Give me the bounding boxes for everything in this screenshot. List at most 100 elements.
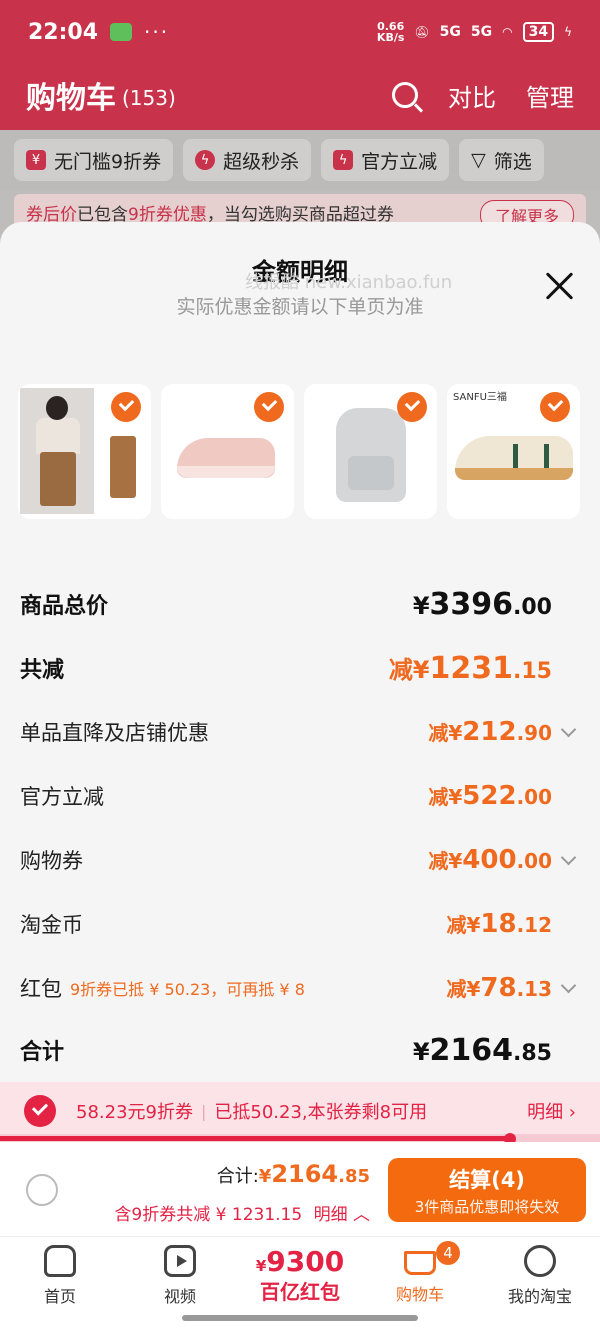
checkout-button-label: 结算(4) [449, 1168, 525, 1192]
chip-label: 无门槛9折券 [54, 150, 162, 173]
row-label: 商品总价 [20, 594, 109, 619]
page-title: 购物车 [26, 81, 116, 116]
row-value: ¥3396.00 [413, 587, 552, 622]
chip-official-discount[interactable]: ϟ 官方立减 [321, 139, 450, 181]
row-label: 合计 [20, 1040, 65, 1065]
model-head [46, 396, 68, 420]
value-int: 212 [462, 717, 517, 747]
coupon-progress-fill [0, 1136, 510, 1141]
compare-button[interactable]: 对比 [448, 78, 496, 113]
chevron-down-icon[interactable] [558, 850, 580, 870]
lightning-icon: ϟ [333, 150, 354, 170]
value-prefix: ¥ [412, 591, 430, 620]
battery-indicator: 34 [522, 22, 555, 42]
checked-icon[interactable] [254, 392, 284, 422]
chip-label: 筛选 [493, 150, 532, 173]
smiley-icon [524, 1245, 556, 1277]
coupon-text: 58.23元9折券 [76, 1102, 193, 1123]
coupon-detail-link[interactable]: 明细 › [527, 1098, 576, 1124]
value-dec: .00 [516, 849, 552, 873]
coupon-strip[interactable]: 58.23元9折券 | 已抵50.23,本张券剩8可用 明细 › [0, 1082, 600, 1140]
value-prefix: 减¥ [428, 721, 463, 745]
value-prefix: 减¥ [428, 849, 463, 873]
product-thumb-pink-sneaker[interactable] [161, 384, 294, 519]
value-int: 400 [462, 845, 517, 875]
value-int: 2164 [429, 1032, 514, 1068]
value-int: 3396 [429, 586, 514, 622]
row-value: 减¥ 78.13 [446, 973, 552, 1003]
chip-label: 官方立减 [361, 150, 438, 173]
coupon-check-icon [24, 1095, 56, 1127]
manage-button[interactable]: 管理 [526, 78, 574, 113]
value-dec: .00 [513, 594, 552, 620]
checkout-detail-toggle[interactable]: 明细 ︿ [314, 1205, 370, 1225]
cart-header: 购物车 (153) 对比 管理 [0, 64, 600, 126]
chip-flash-sale[interactable]: ϟ 超级秒杀 [183, 139, 312, 181]
chevron-down-icon[interactable] [558, 978, 580, 998]
mute-icon: 🔕︎ [414, 25, 430, 39]
signal-5g-1: 5G [439, 24, 461, 40]
value-prefix: 减¥ [446, 913, 481, 937]
chip-filter[interactable]: ▽ 筛选 [459, 139, 544, 181]
row-label: 共减 [20, 658, 65, 683]
product-thumbnails: SANFU三福 [18, 384, 580, 519]
select-all-radio[interactable] [26, 1174, 58, 1206]
price-row[interactable]: 单品直降及店铺优惠 减¥ 212.90 [20, 712, 580, 752]
value-prefix: 减¥ [446, 977, 481, 1001]
tab-me[interactable]: 我的淘宝 [480, 1237, 600, 1333]
row-value: 减¥ 212.90 [428, 717, 552, 747]
checked-icon[interactable] [540, 392, 570, 422]
status-bar: 22:04 ··· 0.66 KB/s 🔕︎ 5G 5G ◠ 34 ϟ [0, 0, 600, 64]
price-row[interactable]: 红包 9折券已抵 ¥ 50.23，可再抵 ¥ 8 减¥ 78.13 [20, 968, 580, 1008]
chevron-down-icon[interactable] [558, 722, 580, 742]
value-dec: .90 [516, 721, 552, 745]
value-prefix: 减¥ [388, 656, 430, 684]
total-int: 2164 [271, 1160, 339, 1188]
checked-icon[interactable] [111, 392, 141, 422]
wifi-icon: ◠ [502, 25, 513, 39]
tab-home[interactable]: 首页 [0, 1237, 120, 1333]
net-speed-unit: KB/s [376, 31, 405, 44]
sheet-subtitle: 实际优惠金额请以下单页为准 [176, 296, 424, 318]
row-label: 淘金币 [20, 913, 83, 937]
value-dec: .12 [516, 913, 552, 937]
product-thumb-white-sneaker[interactable]: SANFU三福 [447, 384, 580, 519]
price-row[interactable]: 购物券 减¥ 400.00 [20, 840, 580, 880]
sneaker-sole [455, 468, 573, 480]
pants-on-model [40, 452, 76, 506]
checkout-button-sub: 3件商品优惠即将失效 [414, 1198, 560, 1216]
value-prefix: 减¥ [428, 785, 463, 809]
white-sneaker-image [455, 436, 573, 480]
chip-coupon[interactable]: ¥ 无门槛9折券 [14, 139, 174, 181]
cart-count: (153) [122, 86, 176, 110]
value-int: 18 [480, 909, 517, 939]
home-icon [44, 1245, 76, 1277]
watermark: 线报酷 new.xianbao.fun [245, 272, 453, 293]
product-thumb-backpack[interactable] [304, 384, 437, 519]
value-dec: .13 [516, 977, 552, 1001]
value-int: 78 [480, 973, 517, 1003]
chip-label: 超级秒杀 [223, 150, 300, 173]
row-label: 官方立减 [20, 785, 104, 809]
price-row: 共减 减¥ 1231.15 [20, 648, 580, 688]
checked-icon[interactable] [397, 392, 427, 422]
product-thumb-apparel[interactable] [18, 384, 151, 519]
value-dec: .15 [513, 659, 552, 684]
close-icon[interactable] [544, 270, 576, 302]
price-row: 官方立减 减¥ 522.00 [20, 776, 580, 816]
more-dots-icon: ··· [144, 20, 170, 44]
sweater-shape [36, 418, 80, 454]
price-row: 合计 ¥2164.85 [20, 1030, 580, 1070]
wechat-icon [110, 23, 133, 41]
total-prefix: ¥ [258, 1166, 272, 1187]
price-row: 淘金币 减¥ 18.12 [20, 904, 580, 944]
cart-badge: 4 [436, 1241, 460, 1265]
sneaker-stripe [513, 444, 549, 468]
row-label: 单品直降及店铺优惠 [20, 721, 209, 745]
value-dec: .85 [513, 1040, 552, 1066]
filter-icon: ▽ [471, 149, 486, 171]
checkout-button[interactable]: 结算(4) 3件商品优惠即将失效 [388, 1158, 586, 1222]
row-value: 减¥ 18.12 [446, 909, 552, 939]
search-icon[interactable] [392, 82, 418, 108]
row-note: 9折券已抵 ¥ 50.23，可再抵 ¥ 8 [70, 980, 305, 999]
